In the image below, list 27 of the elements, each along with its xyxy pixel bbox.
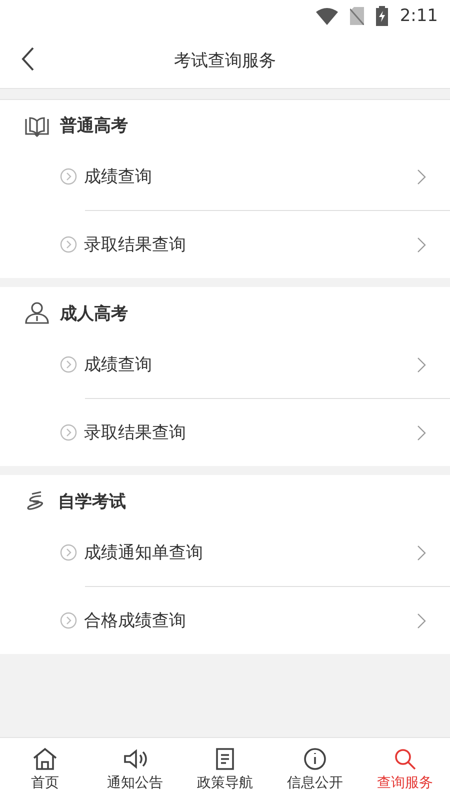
wifi-icon [316,8,338,24]
search-icon [393,746,417,770]
book-icon [24,114,50,136]
chevron-right-icon [417,356,426,372]
page-title: 考试查询服务 [174,50,276,72]
info-icon [303,746,327,770]
chevron-right-icon [417,236,426,252]
circle-chevron-icon [60,356,77,373]
circle-chevron-icon [60,544,77,561]
circle-chevron-icon [60,424,77,441]
battery-icon [376,6,388,26]
speaker-icon [122,746,148,770]
section-title: 自学考试 [58,490,126,512]
chevron-right-icon [417,612,426,628]
document-icon [214,746,236,770]
section-title: 成人高考 [60,302,128,324]
chevron-right-icon [417,424,426,440]
chevron-right-icon [417,168,426,184]
section-title: 普通高考 [60,115,128,137]
circle-chevron-icon [60,168,77,185]
person-icon [24,301,50,325]
chevron-right-icon [417,544,426,560]
home-icon [32,746,58,770]
circle-chevron-icon [60,236,77,253]
circle-chevron-icon [60,612,77,629]
status-time: 2:11 [400,6,438,26]
no-sim-icon [350,7,364,25]
